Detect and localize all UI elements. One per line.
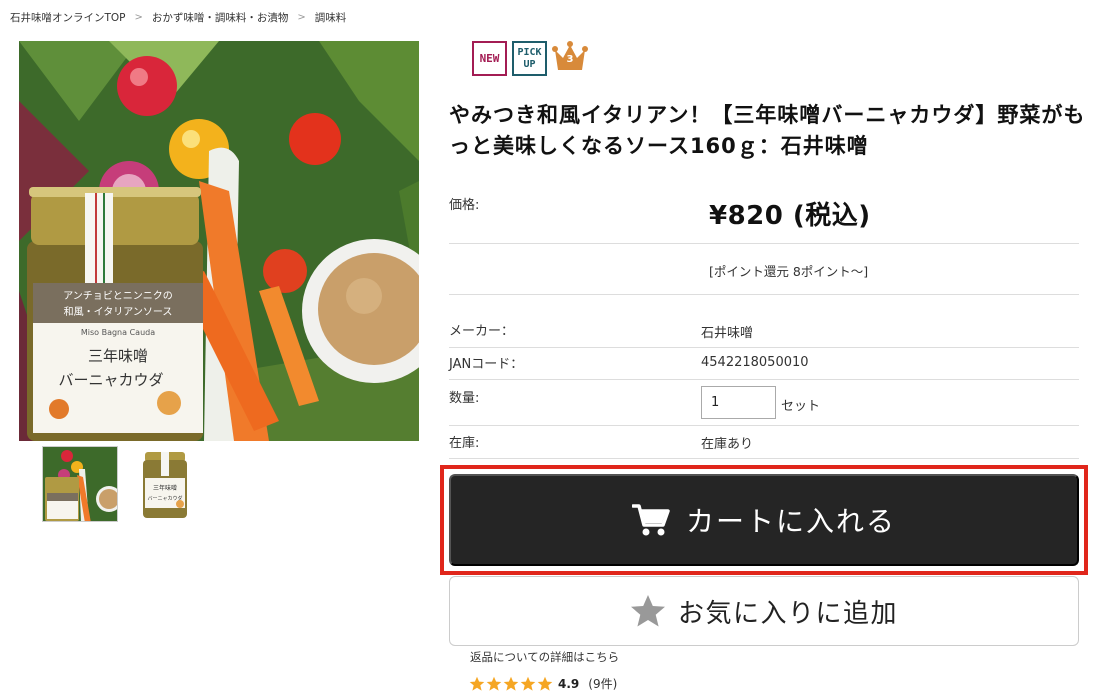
product-thumbnail-2[interactable]: 三年味噌 バーニャカウダ xyxy=(132,446,208,522)
jan-value: 4542218050010 xyxy=(701,355,809,370)
thumbnail-label-1: 三年味噌 xyxy=(153,484,177,492)
price-label: 価格: xyxy=(449,198,480,213)
jar-label-sub: Miso Bagna Cauda xyxy=(81,328,155,337)
breadcrumb: 石井味噌オンラインTOP > おかず味噌・調味料・お漬物 > 調味料 xyxy=(10,10,346,25)
rating-summary[interactable]: 4.9 (9件) xyxy=(469,675,617,692)
add-to-cart-button[interactable]: カートに入れる xyxy=(449,474,1079,566)
star-icon xyxy=(537,676,553,691)
rating-score: 4.9 xyxy=(558,676,580,691)
return-policy-link[interactable]: 返品についての詳細はこちら xyxy=(470,649,619,665)
star-icon xyxy=(503,676,519,691)
divider xyxy=(449,458,1079,459)
thumbnail-label-2: バーニャカウダ xyxy=(147,495,182,502)
breadcrumb-item-current[interactable]: 調味料 xyxy=(315,10,347,25)
jar-label-top-1: アンチョビとニンニクの xyxy=(63,290,173,302)
stock-label: 在庫: xyxy=(449,436,480,451)
stock-value: 在庫あり xyxy=(701,437,754,452)
quantity-label: 数量: xyxy=(449,391,480,406)
add-to-favorites-label: お気に入りに追加 xyxy=(677,597,898,628)
divider xyxy=(449,379,1079,380)
jar-label-main-2: バーニャカウダ xyxy=(58,371,163,389)
cart-icon xyxy=(631,504,670,536)
breadcrumb-item-category[interactable]: おかず味噌・調味料・お漬物 xyxy=(152,10,289,25)
rating-stars xyxy=(469,676,553,692)
thumbnail-jar: 三年味噌 バーニャカウダ xyxy=(132,446,208,522)
ranking-crown-icon: 3 xyxy=(552,41,588,73)
product-badges: NEW PICK UP 3 xyxy=(472,41,588,76)
star-icon xyxy=(469,676,485,691)
pickup-badge-line-1: PICK xyxy=(517,46,542,58)
pickup-badge-line-2: UP xyxy=(523,58,536,70)
divider xyxy=(449,425,1079,426)
star-icon xyxy=(520,676,536,691)
chevron-right-icon: > xyxy=(297,12,306,23)
new-badge: NEW xyxy=(472,41,507,76)
jar-label-main-1: 三年味噌 xyxy=(88,347,148,365)
chevron-right-icon: > xyxy=(134,12,143,23)
add-to-favorites-button[interactable]: お気に入りに追加 xyxy=(449,576,1079,646)
rating-count: (9件) xyxy=(588,677,618,691)
product-main-image[interactable]: アンチョビとニンニクの 和風・イタリアンソース Miso Bagna Cauda… xyxy=(19,41,419,441)
thumbnail-photo xyxy=(43,447,117,521)
star-icon xyxy=(630,595,665,627)
add-to-cart-label: カートに入れる xyxy=(685,506,896,537)
product-thumbnail-1[interactable] xyxy=(42,446,118,522)
price-value: ¥820 (税込) xyxy=(709,201,871,231)
jan-label: JANコード： xyxy=(449,357,524,372)
pickup-badge: PICK UP xyxy=(512,41,547,76)
product-photo: アンチョビとニンニクの 和風・イタリアンソース Miso Bagna Cauda… xyxy=(19,41,419,441)
product-title: やみつき和風イタリアン！【三年味噌バーニャカウダ】野菜がもっと美味しくなるソース… xyxy=(449,103,1086,158)
maker-label: メーカー： xyxy=(449,324,515,339)
star-icon xyxy=(486,676,502,691)
divider xyxy=(449,294,1079,295)
breadcrumb-item-top[interactable]: 石井味噌オンラインTOP xyxy=(10,10,126,25)
divider xyxy=(449,347,1079,348)
points-text: [ポイント還元 8ポイント〜] xyxy=(709,264,869,279)
quantity-unit: セット xyxy=(781,399,821,414)
ranking-number: 3 xyxy=(566,54,574,65)
quantity-input[interactable] xyxy=(701,386,776,419)
maker-value: 石井味噌 xyxy=(701,326,754,341)
jar-label-top-2: 和風・イタリアンソース xyxy=(64,306,173,318)
divider xyxy=(449,243,1079,244)
